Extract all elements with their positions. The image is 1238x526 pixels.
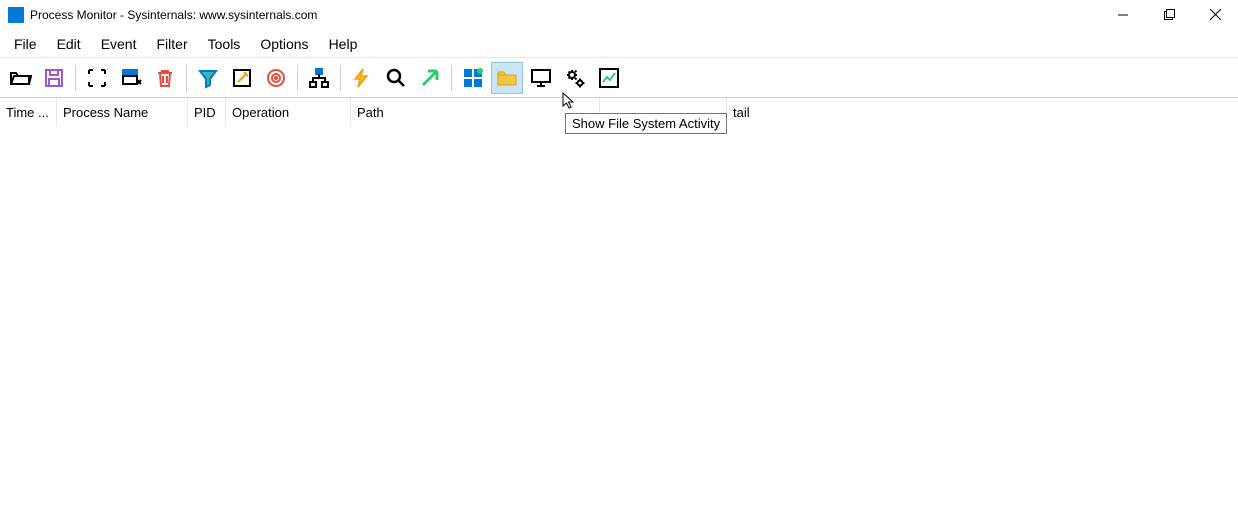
target-icon [264, 66, 288, 90]
column-detail[interactable]: tail [727, 98, 827, 126]
capture-button[interactable] [81, 62, 113, 94]
menu-file[interactable]: File [4, 32, 47, 56]
menu-options[interactable]: Options [250, 32, 318, 56]
filter-button[interactable] [192, 62, 224, 94]
save-button[interactable] [38, 62, 70, 94]
maximize-button[interactable] [1146, 0, 1192, 30]
autoscroll-icon [119, 66, 143, 90]
column-process-name[interactable]: Process Name [57, 98, 188, 126]
window-title: Process Monitor - Sysinternals: www.sysi… [30, 8, 1100, 22]
minimize-button[interactable] [1100, 0, 1146, 30]
clear-button[interactable] [149, 62, 181, 94]
event-properties-button[interactable] [346, 62, 378, 94]
close-button[interactable] [1192, 0, 1238, 30]
process-tree-button[interactable] [303, 62, 335, 94]
minimize-icon [1118, 10, 1128, 20]
open-folder-icon [8, 66, 32, 90]
toolbar [0, 58, 1238, 98]
show-network-button[interactable] [525, 62, 557, 94]
include-button[interactable] [260, 62, 292, 94]
menu-filter[interactable]: Filter [147, 32, 198, 56]
registry-icon [461, 66, 485, 90]
arrow-up-right-icon [418, 66, 442, 90]
title-bar: Process Monitor - Sysinternals: www.sysi… [0, 0, 1238, 30]
column-path[interactable]: Path [351, 98, 600, 126]
menu-event[interactable]: Event [91, 32, 147, 56]
show-registry-button[interactable] [457, 62, 489, 94]
save-icon [42, 66, 66, 90]
show-process-button[interactable] [559, 62, 591, 94]
find-button[interactable] [380, 62, 412, 94]
menu-edit[interactable]: Edit [47, 32, 91, 56]
open-button[interactable] [4, 62, 36, 94]
highlight-button[interactable] [226, 62, 258, 94]
menu-bar: File Edit Event Filter Tools Options Hel… [0, 30, 1238, 58]
gears-icon [563, 66, 587, 90]
maximize-icon [1164, 9, 1175, 20]
show-filesystem-button[interactable] [491, 62, 523, 94]
toolbar-separator [75, 65, 76, 91]
monitor-icon [529, 66, 553, 90]
close-icon [1210, 9, 1221, 20]
toolbar-separator [451, 65, 452, 91]
show-profiling-button[interactable] [593, 62, 625, 94]
column-time[interactable]: Time ... [0, 98, 57, 126]
chart-icon [597, 66, 621, 90]
toolbar-separator [340, 65, 341, 91]
funnel-icon [196, 66, 220, 90]
window-controls [1100, 0, 1238, 30]
menu-help[interactable]: Help [319, 32, 368, 56]
folder-icon [495, 66, 519, 90]
capture-icon [85, 66, 109, 90]
toolbar-separator [297, 65, 298, 91]
highlight-icon [230, 66, 254, 90]
bolt-icon [350, 66, 374, 90]
column-pid[interactable]: PID [188, 98, 226, 126]
search-icon [384, 66, 408, 90]
autoscroll-button[interactable] [115, 62, 147, 94]
trash-icon [153, 66, 177, 90]
app-icon [8, 7, 24, 23]
jump-button[interactable] [414, 62, 446, 94]
menu-tools[interactable]: Tools [198, 32, 251, 56]
tree-icon [307, 66, 331, 90]
column-operation[interactable]: Operation [226, 98, 351, 126]
tooltip: Show File System Activity [565, 113, 727, 134]
toolbar-separator [186, 65, 187, 91]
